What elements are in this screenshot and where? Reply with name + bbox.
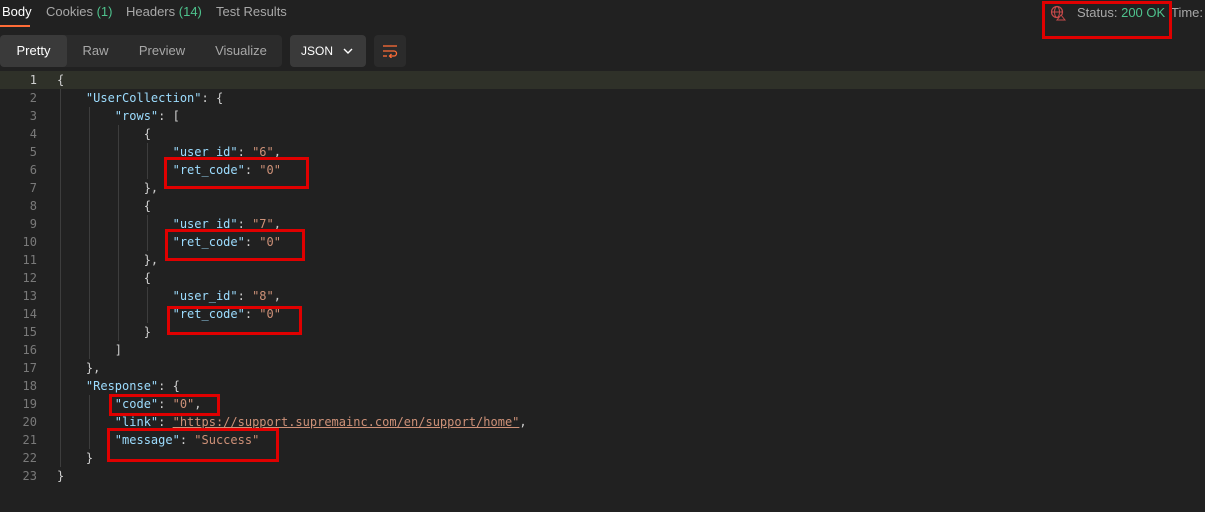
ret-code-highlight-box	[165, 229, 305, 261]
tab-body[interactable]: Body	[2, 4, 32, 19]
code-line: 13 "user_id": "8",	[22, 287, 281, 305]
code-line: 8 {	[29, 197, 151, 215]
chevron-down-icon	[343, 48, 353, 54]
code-line: 17 },	[22, 359, 101, 377]
wrap-lines-button[interactable]	[374, 35, 406, 67]
code-line: 2 "UserCollection": {	[29, 89, 224, 107]
format-value: JSON	[301, 44, 334, 58]
response-time: Time: 1	[1171, 5, 1204, 20]
preview-button[interactable]: Preview	[124, 35, 200, 67]
raw-button[interactable]: Raw	[67, 35, 124, 67]
format-select[interactable]: JSON	[290, 35, 366, 67]
ret-code-highlight-box	[167, 306, 302, 335]
message-highlight-box	[107, 428, 279, 462]
tab-label: Cookies	[46, 4, 93, 19]
tab-label: Test Results	[216, 4, 287, 19]
status-highlight-box	[1042, 1, 1172, 39]
tab-headers[interactable]: Headers (14)	[126, 4, 202, 19]
code-line: 4 {	[29, 125, 151, 143]
wrap-lines-icon	[383, 45, 398, 58]
response-body-code[interactable]: 1{ 2 "UserCollection": { 3 "rows": [ 4 {…	[0, 71, 1205, 485]
tab-cookies[interactable]: Cookies (1)	[46, 4, 112, 19]
tab-test-results[interactable]: Test Results	[216, 4, 287, 19]
code-line: 3 "rows": [	[29, 107, 180, 125]
visualize-button[interactable]: Visualize	[200, 35, 282, 67]
support-link[interactable]: "https://support.supremainc.com/en/suppo…	[173, 415, 520, 429]
code-highlight-box	[109, 394, 220, 416]
ret-code-highlight-box	[164, 157, 309, 189]
code-line: 23}	[22, 469, 65, 483]
pretty-button[interactable]: Pretty	[0, 35, 67, 67]
tab-count: (14)	[178, 4, 202, 19]
code-line: 12 {	[22, 269, 151, 287]
code-line: 18 "Response": {	[22, 377, 180, 395]
code-line: 1{	[0, 71, 1205, 89]
view-mode-group: Pretty Raw Preview Visualize	[0, 35, 282, 67]
tab-count: (1)	[96, 4, 113, 19]
tab-label: Headers	[126, 4, 176, 19]
active-tab-indicator	[0, 25, 30, 27]
response-tabs: Body Cookies (1) Headers (14) Test Resul…	[0, 0, 1205, 28]
code-line: 16 ]	[22, 341, 123, 359]
